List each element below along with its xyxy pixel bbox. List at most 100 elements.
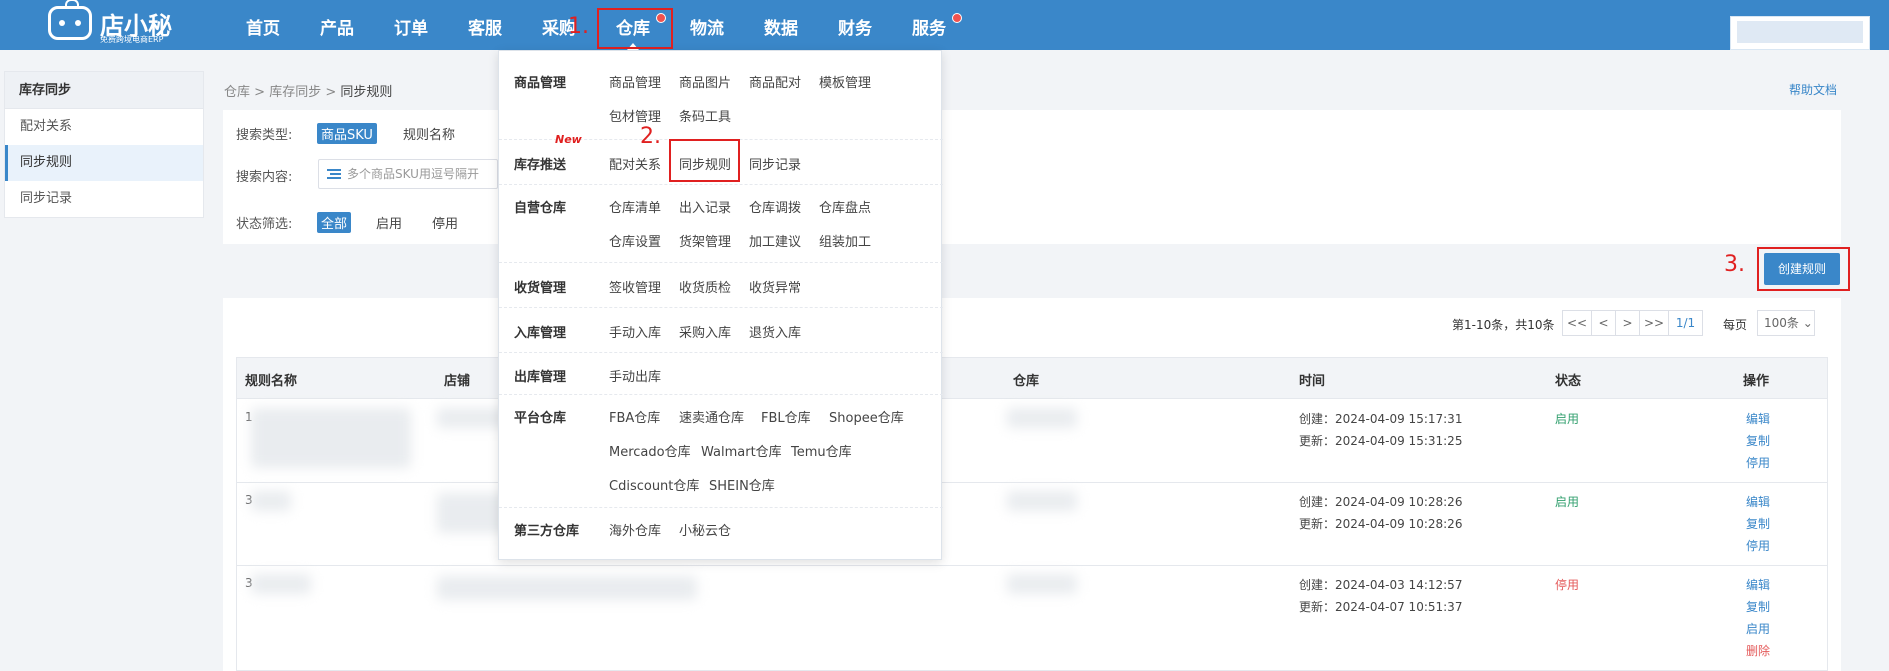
header-store: 店铺 (444, 374, 471, 389)
search-type-sku[interactable]: 商品SKU (317, 123, 377, 144)
nav-orders[interactable]: 订单 (388, 0, 434, 50)
menu-item-processing-advice[interactable]: 加工建议 (749, 231, 801, 250)
updated-time: 更新：2024-04-07 10:51:37 (1299, 600, 1463, 614)
breadcrumb-inventory-sync[interactable]: 库存同步 (269, 85, 321, 100)
menu-item-purchase-inbound[interactable]: 采购入库 (679, 322, 731, 341)
menu-item-manual-inbound[interactable]: 手动入库 (609, 322, 661, 341)
breadcrumb: 仓库 > 库存同步 > 同步规则 (224, 81, 392, 100)
redacted-warehouse (1007, 408, 1077, 428)
menu-item-overseas-warehouse[interactable]: 海外仓库 (609, 520, 661, 539)
status-badge: 停用 (1555, 578, 1580, 592)
sidebar: 库存同步 配对关系 同步规则 同步记录 (4, 71, 204, 218)
copy-link[interactable]: 复制 (1746, 515, 1770, 532)
created-time: 创建：2024-04-03 14:12:57 (1299, 578, 1463, 592)
status-filter-enabled[interactable]: 启用 (376, 213, 402, 232)
menu-item-fbl[interactable]: FBL仓库 (761, 407, 811, 426)
menu-item-inout-records[interactable]: 出入记录 (679, 197, 731, 216)
menu-item-receiving-qc[interactable]: 收货质检 (679, 277, 731, 296)
nav-services[interactable]: 服务 (906, 0, 952, 50)
nav-data[interactable]: 数据 (758, 0, 804, 50)
menu-item-mercado[interactable]: Mercado仓库 (609, 441, 691, 460)
nav-finance[interactable]: 财务 (832, 0, 878, 50)
prev-page-button[interactable]: < (1591, 310, 1616, 336)
sidebar-item-sync-rules[interactable]: 同步规则 (5, 145, 203, 181)
menu-item-template-management[interactable]: 模板管理 (819, 72, 871, 91)
status-filter-disabled[interactable]: 停用 (432, 213, 458, 232)
new-badge: New (555, 133, 582, 146)
copy-link[interactable]: 复制 (1746, 432, 1770, 449)
edit-link[interactable]: 编辑 (1746, 493, 1770, 510)
search-placeholder: 多个商品SKU用逗号隔开 (347, 167, 479, 181)
header-rule-name: 规则名称 (245, 374, 298, 389)
first-page-button[interactable]: << (1562, 310, 1592, 336)
user-account-box[interactable] (1730, 16, 1870, 50)
menu-item-shein[interactable]: SHEIN仓库 (709, 475, 775, 494)
enable-link[interactable]: 启用 (1746, 620, 1770, 637)
search-type-rule-name[interactable]: 规则名称 (403, 124, 455, 143)
menu-item-aliexpress[interactable]: 速卖通仓库 (679, 407, 744, 426)
menu-item-pairing-relation[interactable]: 配对关系 (609, 154, 661, 173)
menu-item-warehouse-settings[interactable]: 仓库设置 (609, 231, 661, 250)
menu-item-walmart[interactable]: Walmart仓库 (701, 441, 782, 460)
nav-customer-service[interactable]: 客服 (462, 0, 508, 50)
menu-item-return-inbound[interactable]: 退货入库 (749, 322, 801, 341)
menu-item-shelf-management[interactable]: 货架管理 (679, 231, 731, 250)
disable-link[interactable]: 停用 (1746, 537, 1770, 554)
sidebar-item-pairing[interactable]: 配对关系 (5, 109, 203, 145)
nav-home[interactable]: 首页 (240, 0, 286, 50)
header-warehouse: 仓库 (1013, 374, 1040, 389)
menu-section-title: 平台仓库 (514, 411, 567, 426)
redacted-store (437, 576, 697, 600)
edit-link[interactable]: 编辑 (1746, 576, 1770, 593)
delete-link[interactable]: 删除 (1746, 642, 1770, 659)
nav-products[interactable]: 产品 (314, 0, 360, 50)
create-rule-button[interactable]: 创建规则 (1764, 253, 1840, 285)
menu-section-title: 入库管理 (514, 326, 567, 341)
menu-section-inbound: 入库管理 手动入库 采购入库 退货入库 (499, 308, 943, 353)
search-input[interactable]: 多个商品SKU用逗号隔开 (318, 159, 498, 189)
menu-item-stocktake[interactable]: 仓库盘点 (819, 197, 871, 216)
menu-item-cdiscount[interactable]: Cdiscount仓库 (609, 475, 699, 494)
menu-item-cloud-warehouse[interactable]: 小秘云仓 (679, 520, 731, 539)
menu-item-barcode-tool[interactable]: 条码工具 (679, 106, 731, 125)
menu-section-receiving: 收货管理 签收管理 收货质检 收货异常 (499, 263, 943, 308)
menu-item-assembly[interactable]: 组装加工 (819, 231, 871, 250)
menu-item-packaging[interactable]: 包材管理 (609, 106, 661, 125)
logo[interactable]: 店小秘 免费跨境电商ERP (48, 0, 172, 46)
created-time: 创建：2024-04-09 10:28:26 (1299, 495, 1463, 509)
menu-item-product-management[interactable]: 商品管理 (609, 72, 661, 91)
nav-logistics[interactable]: 物流 (684, 0, 730, 50)
chevron-down-icon: ⌄ (1802, 316, 1813, 330)
menu-item-warehouse-transfer[interactable]: 仓库调拨 (749, 197, 801, 216)
logo-subtitle: 免费跨境电商ERP (100, 35, 164, 44)
breadcrumb-warehouse[interactable]: 仓库 (224, 85, 250, 100)
menu-item-receiving-exceptions[interactable]: 收货异常 (749, 277, 801, 296)
disable-link[interactable]: 停用 (1746, 454, 1770, 471)
created-time: 创建：2024-04-09 15:17:31 (1299, 412, 1463, 426)
menu-item-sync-records[interactable]: 同步记录 (749, 154, 801, 173)
menu-item-temu[interactable]: Temu仓库 (791, 441, 852, 460)
menu-item-sign-receipt[interactable]: 签收管理 (609, 277, 661, 296)
menu-item-product-pairing[interactable]: 商品配对 (749, 72, 801, 91)
filter-panel: 搜索类型: 商品SKU 规则名称 搜索内容: 多个商品SKU用逗号隔开 状态筛选… (223, 110, 1841, 244)
menu-item-warehouse-list[interactable]: 仓库清单 (609, 197, 661, 216)
sidebar-item-sync-records[interactable]: 同步记录 (5, 181, 203, 217)
status-badge: 启用 (1555, 412, 1580, 426)
warehouse-dropdown-menu: 商品管理 商品管理 商品图片 商品配对 模板管理 包材管理 条码工具 库存推送 … (498, 50, 943, 560)
menu-item-product-images[interactable]: 商品图片 (679, 72, 731, 91)
edit-link[interactable]: 编辑 (1746, 410, 1770, 427)
updated-time: 更新：2024-04-09 10:28:26 (1299, 517, 1463, 531)
annotation-step-3: 3. (1724, 252, 1745, 277)
last-page-button[interactable]: >> (1639, 310, 1669, 336)
table-row: 3 创建：2024-04-03 14:12:57 更新：2024-04-07 1… (237, 566, 1827, 671)
per-page-select[interactable]: 100条 ⌄ (1757, 310, 1815, 336)
menu-item-shopee[interactable]: Shopee仓库 (829, 407, 904, 426)
robot-logo-icon (48, 0, 92, 40)
menu-section-title: 库存推送 (514, 158, 567, 173)
menu-item-manual-outbound[interactable]: 手动出库 (609, 366, 661, 385)
menu-item-fba[interactable]: FBA仓库 (609, 407, 660, 426)
status-filter-all[interactable]: 全部 (317, 212, 352, 233)
next-page-button[interactable]: > (1615, 310, 1640, 336)
help-docs-link[interactable]: 帮助文档 (1789, 81, 1837, 98)
copy-link[interactable]: 复制 (1746, 598, 1770, 615)
